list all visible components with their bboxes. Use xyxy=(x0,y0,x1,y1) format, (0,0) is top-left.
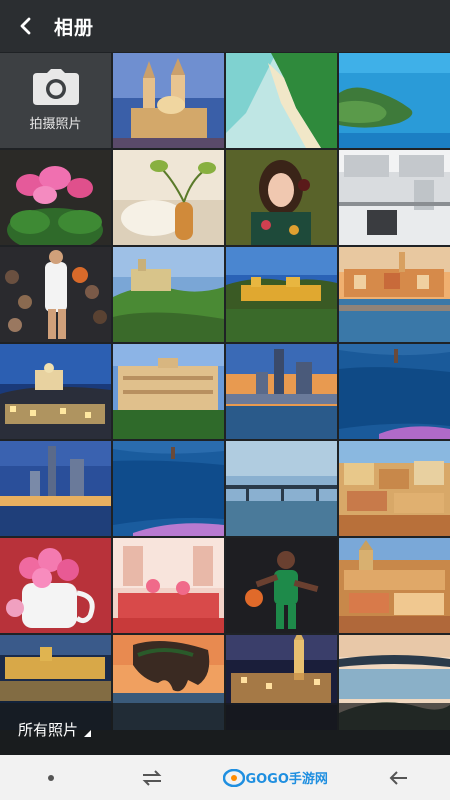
photo-grid[interactable]: 拍摄照片 xyxy=(0,53,450,755)
back-nav-button[interactable] xyxy=(369,755,429,800)
nav-dot-button[interactable] xyxy=(21,755,81,800)
photo-thumbnail[interactable] xyxy=(0,538,111,633)
system-nav-bar: GOGO手游网 xyxy=(0,755,450,800)
back-arrow-icon xyxy=(389,770,408,785)
photo-thumbnail[interactable] xyxy=(113,53,224,148)
site-watermark: GOGO手游网 xyxy=(223,768,328,787)
photo-thumbnail[interactable] xyxy=(113,441,224,536)
dropdown-triangle-icon xyxy=(84,729,92,737)
photo-thumbnail[interactable] xyxy=(339,53,450,148)
album-selector[interactable]: 所有照片 xyxy=(18,719,92,740)
photo-thumbnail[interactable] xyxy=(0,247,111,342)
photo-thumbnail[interactable] xyxy=(0,150,111,245)
album-label: 所有照片 xyxy=(18,720,79,739)
photo-thumbnail[interactable] xyxy=(226,247,337,342)
photo-thumbnail[interactable] xyxy=(339,538,450,633)
photo-thumbnail[interactable] xyxy=(339,441,450,536)
dot-icon xyxy=(47,774,54,781)
take-photo-tile[interactable]: 拍摄照片 xyxy=(0,53,111,148)
photo-thumbnail[interactable] xyxy=(339,247,450,342)
watermark-text: GOGO手游网 xyxy=(245,772,328,787)
photo-thumbnail[interactable] xyxy=(113,538,224,633)
photo-thumbnail[interactable] xyxy=(226,538,337,633)
recent-apps-icon xyxy=(142,769,162,786)
photo-thumbnail[interactable] xyxy=(339,344,450,439)
arrow-left-icon xyxy=(20,17,31,35)
photo-thumbnail[interactable] xyxy=(113,247,224,342)
top-app-bar: 相册 xyxy=(0,0,450,52)
photo-thumbnail[interactable] xyxy=(339,150,450,245)
photo-thumbnail[interactable] xyxy=(113,150,224,245)
page-title: 相册 xyxy=(54,16,95,39)
photo-thumbnail[interactable] xyxy=(113,344,224,439)
photo-thumbnail[interactable] xyxy=(226,344,337,439)
photo-thumbnail[interactable] xyxy=(0,344,111,439)
take-photo-label: 拍摄照片 xyxy=(29,117,82,132)
camera-icon xyxy=(32,69,79,105)
back-button[interactable] xyxy=(0,0,52,52)
recent-apps-button[interactable] xyxy=(122,755,182,800)
gogo-logo-icon xyxy=(223,768,246,787)
photo-thumbnail[interactable] xyxy=(0,441,111,536)
gallery-screen: 相册 拍摄照片 所有照片 GOGO手游网 xyxy=(0,0,450,800)
photo-thumbnail[interactable] xyxy=(226,441,337,536)
photo-thumbnail[interactable] xyxy=(226,53,337,148)
album-bar: 所有照片 xyxy=(0,703,450,755)
photo-thumbnail[interactable] xyxy=(226,150,337,245)
